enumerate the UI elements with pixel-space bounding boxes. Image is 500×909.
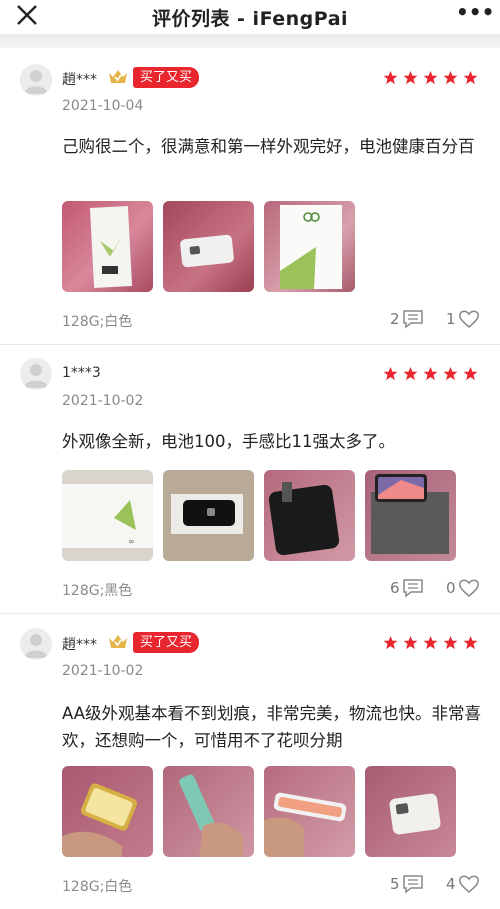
review-photos [62,201,355,292]
review-photo[interactable] [62,201,153,292]
star-icon [383,635,398,650]
review-date: 2021-10-02 [62,663,144,679]
like-count: 0 [446,579,456,597]
default-avatar-icon [24,364,48,388]
comment-button[interactable]: 5 [390,874,424,894]
repurchase-badge: 买了又买 [133,67,200,88]
divider [0,613,500,614]
header-shadow [0,34,500,48]
rating-stars [383,366,478,382]
top-bar: 评价列表 - iFengPai ••• [0,0,500,34]
like-count: 1 [446,310,456,328]
review-photo[interactable] [163,201,254,292]
avatar[interactable] [20,628,52,660]
reviewer-name: 趙*** [62,72,97,88]
svg-text:∞: ∞ [128,537,135,546]
comment-icon [402,310,423,329]
reviewer-name: 趙*** [62,637,97,653]
star-icon [443,70,458,85]
star-icon [443,635,458,650]
heart-icon [458,579,479,597]
comment-button[interactable]: 6 [390,578,424,598]
comment-count: 2 [390,310,400,328]
like-button[interactable]: 0 [446,578,480,598]
star-icon [463,635,478,650]
page-title: 评价列表 - iFengPai [151,8,349,30]
review-text: AA级外观基本看不到划痕，非常完美，物流也快。非常喜欢，还想购一个，可惜用不了花… [62,704,482,750]
review-photo[interactable] [264,470,355,561]
like-count: 4 [446,875,456,893]
rating-stars [383,635,478,651]
avatar[interactable] [20,64,52,96]
review-photo[interactable] [264,766,355,857]
review-photos [62,766,456,857]
comment-button[interactable]: 2 [390,309,424,329]
avatar[interactable] [20,358,52,390]
star-icon [423,70,438,85]
heart-icon [458,310,479,328]
default-avatar-icon [24,70,48,94]
like-button[interactable]: 4 [446,874,480,894]
reviewer-name: 1***3 [62,365,101,381]
review-photo[interactable] [365,470,456,561]
comment-icon [402,875,423,894]
star-icon [423,366,438,381]
review-date: 2021-10-04 [62,98,144,114]
review-text: 外观像全新，电池100，手感比11强太多了。 [62,432,395,451]
star-icon [403,635,418,650]
star-icon [463,70,478,85]
star-icon [403,70,418,85]
product-spec: 128G;黑色 [62,583,133,599]
default-avatar-icon [24,634,48,658]
like-button[interactable]: 1 [446,309,480,329]
star-icon [403,366,418,381]
review-photos: ∞ [62,470,456,561]
star-icon [383,366,398,381]
comment-count: 6 [390,579,400,597]
more-icon: ••• [456,0,495,24]
divider [0,344,500,345]
review-photo[interactable] [62,766,153,857]
review-photo[interactable] [163,470,254,561]
star-icon [463,366,478,381]
review-photo[interactable] [163,766,254,857]
heart-icon [458,875,479,893]
product-spec: 128G;白色 [62,879,133,895]
vip-crown-icon [109,70,127,83]
review-date: 2021-10-02 [62,393,144,409]
review-photo[interactable] [365,766,456,857]
repurchase-badge: 买了又买 [133,632,200,653]
review-photo[interactable] [264,201,355,292]
product-spec: 128G;白色 [62,314,133,330]
review-text: 己购很二个，很满意和第一样外观完好，电池健康百分百 [62,137,475,156]
review-photo[interactable]: ∞ [62,470,153,561]
comment-count: 5 [390,875,400,893]
rating-stars [383,70,478,86]
more-button[interactable]: ••• [456,0,494,28]
vip-crown-icon [109,635,127,648]
star-icon [423,635,438,650]
star-icon [443,366,458,381]
comment-icon [402,579,423,598]
star-icon [383,70,398,85]
